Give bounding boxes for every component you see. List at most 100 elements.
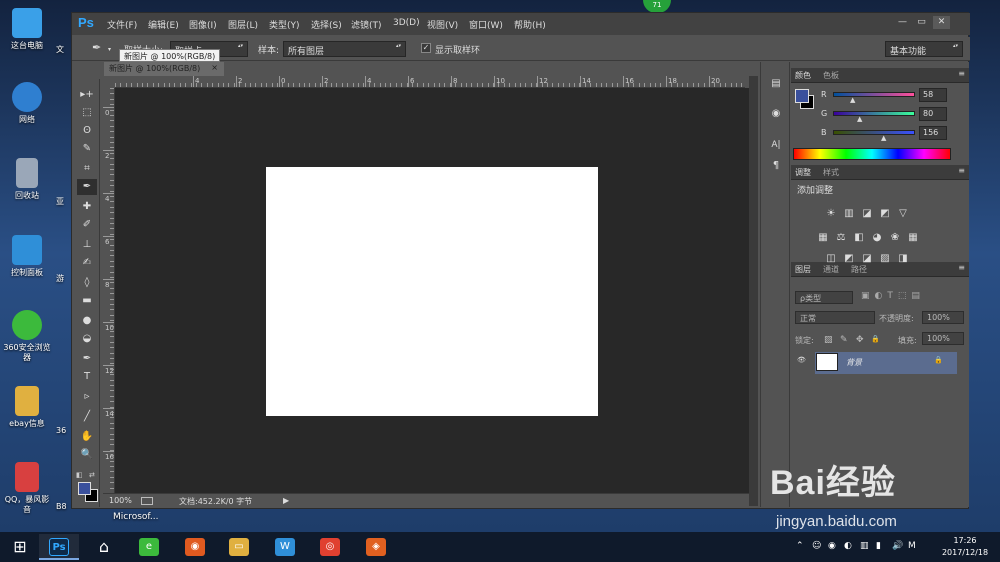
adjustment-icon[interactable]: ◕ — [871, 232, 883, 244]
adjustment-icon[interactable]: ▦ — [907, 232, 919, 244]
zoom-level[interactable]: 100% — [109, 496, 132, 505]
path-select-tool-icon[interactable]: ▹ — [77, 389, 97, 405]
hand-tool-icon[interactable]: ✋ — [77, 429, 97, 445]
r-value[interactable]: 58 — [919, 88, 947, 102]
character-icon[interactable]: A| — [767, 140, 785, 156]
start-button[interactable]: ⊞ — [0, 534, 40, 560]
paragraph-icon[interactable]: ¶ — [767, 160, 785, 176]
healing-tool-icon[interactable]: ✚ — [77, 199, 97, 215]
tab-channels[interactable]: 通道 — [823, 264, 839, 275]
document-tab[interactable]: 新图片 @ 100%(RGB/8) × — [104, 62, 224, 76]
volume-icon[interactable]: 🔊 — [892, 541, 903, 551]
close-button[interactable]: ✕ — [933, 16, 950, 29]
desktop-icon-qq-baofeng[interactable]: QQ，暴风影 音 — [0, 462, 54, 515]
g-slider-thumb[interactable]: ▲ — [857, 115, 862, 123]
desktop-icon-control-panel[interactable]: 控制面板 — [0, 235, 54, 278]
clock[interactable]: 17:26 2017/12/18 — [935, 535, 995, 559]
canvas-workspace[interactable] — [115, 88, 749, 493]
eyedropper-tool-icon[interactable]: ✒ — [77, 179, 97, 195]
opacity-input[interactable]: 100% — [922, 311, 964, 324]
lock-pixels-icon[interactable]: ✎ — [840, 335, 848, 345]
adjustment-icon[interactable]: ▥ — [843, 208, 855, 220]
adjustment-icon[interactable]: ◪ — [861, 208, 873, 220]
lock-transparent-icon[interactable]: ▨ — [824, 335, 833, 345]
pen-tool-icon[interactable]: ✒ — [77, 351, 97, 367]
menu-file[interactable]: 文件(F) — [107, 18, 137, 31]
g-slider[interactable] — [833, 111, 915, 116]
tab-adjustments[interactable]: 调整 — [795, 167, 811, 178]
app-task-button[interactable]: ◈ — [356, 534, 396, 560]
blend-mode-select[interactable]: 正常 — [795, 311, 875, 324]
blur-tool-icon[interactable]: ● — [77, 313, 97, 329]
b-slider[interactable] — [833, 130, 915, 135]
tab-paths[interactable]: 路径 — [851, 264, 867, 275]
type-tool-icon[interactable]: T — [77, 369, 97, 385]
desktop-icon-recycle-bin[interactable]: 回收站 — [0, 158, 54, 201]
foreground-color-swatch[interactable] — [78, 482, 91, 495]
adjustment-icon[interactable]: ▽ — [897, 208, 909, 220]
adjust-filter-icon[interactable]: ◐ — [875, 291, 888, 301]
panel-menu-icon[interactable]: ≡ — [958, 166, 965, 175]
layer-kind-filter[interactable]: ρ类型 — [795, 291, 853, 304]
line-tool-icon[interactable]: ╱ — [77, 409, 97, 425]
marquee-tool-icon[interactable]: ⬚ — [77, 105, 97, 121]
adjustment-icon[interactable]: ⚖ — [835, 232, 847, 244]
tab-color[interactable]: 颜色 — [795, 70, 811, 81]
menu-type[interactable]: 类型(Y) — [269, 18, 300, 31]
brush-tool-icon[interactable]: ✐ — [77, 217, 97, 233]
adjustment-icon[interactable]: ◪ — [861, 253, 873, 265]
stamp-tool-icon[interactable]: ⊥ — [77, 237, 97, 253]
default-colors-icon[interactable]: ◧ — [76, 471, 83, 479]
tray-battery-icon[interactable]: ▮ — [876, 541, 881, 551]
pixel-filter-icon[interactable]: ▣ — [861, 291, 875, 301]
b-slider-thumb[interactable]: ▲ — [881, 134, 886, 142]
firefox-task-button[interactable]: ◉ — [175, 534, 215, 560]
smart-filter-icon[interactable]: ▤ — [911, 291, 925, 301]
menu-help[interactable]: 帮助(H) — [514, 18, 546, 31]
properties-icon[interactable]: ◉ — [767, 108, 785, 124]
tray-app-icon[interactable]: ◐ — [844, 541, 852, 551]
menu-edit[interactable]: 编辑(E) — [148, 18, 179, 31]
tool-preset-arrow[interactable]: ▾ — [108, 46, 111, 53]
eraser-tool-icon[interactable]: ◊ — [77, 275, 97, 291]
menu-select[interactable]: 选择(S) — [311, 18, 342, 31]
panel-menu-icon[interactable]: ≡ — [958, 69, 965, 78]
browser-360-task-button[interactable]: e — [129, 534, 169, 560]
layer-name[interactable]: 背景 — [846, 357, 862, 368]
eyedropper-icon[interactable]: ✒ — [92, 41, 101, 54]
crop-tool-icon[interactable]: ⌗ — [77, 161, 97, 177]
adjustment-icon[interactable]: ▨ — [879, 253, 891, 265]
tray-qq-icon[interactable]: ☺ — [812, 541, 821, 551]
file-explorer-task-button[interactable]: ▭ — [219, 534, 259, 560]
minimize-button[interactable]: — — [894, 16, 911, 29]
tray-360-icon[interactable]: ◉ — [828, 541, 836, 551]
gradient-tool-icon[interactable]: ▬ — [77, 293, 97, 309]
adjustment-icon[interactable]: ◧ — [853, 232, 865, 244]
desktop-icon-network[interactable]: 网络 — [0, 82, 54, 125]
tray-expand-icon[interactable]: ⌃ — [796, 541, 804, 551]
maximize-button[interactable]: ▭ — [913, 16, 930, 29]
desktop-icon-this-pc[interactable]: 这台电脑 — [0, 8, 54, 51]
close-icon[interactable]: × — [211, 63, 218, 72]
foreground-swatch[interactable] — [795, 89, 809, 103]
desktop-icon-360-browser[interactable]: 360安全浏览 器 — [0, 310, 54, 363]
menu-layer[interactable]: 图层(L) — [228, 18, 258, 31]
sample-select[interactable]: 所有图层 — [283, 41, 406, 57]
adjustment-icon[interactable]: ◫ — [825, 253, 837, 265]
r-slider[interactable] — [833, 92, 915, 97]
ime-icon[interactable]: M — [908, 541, 916, 551]
menu-image[interactable]: 图像(I) — [189, 18, 217, 31]
tab-styles[interactable]: 样式 — [823, 167, 839, 178]
desktop-icon-ebay[interactable]: ebay信息 — [0, 386, 54, 429]
panel-menu-icon[interactable]: ≡ — [958, 263, 965, 272]
eye-icon[interactable]: 👁 — [797, 356, 806, 364]
menu-view[interactable]: 视图(V) — [427, 18, 458, 31]
vertical-scrollbar[interactable] — [749, 76, 758, 506]
chrome-task-button[interactable]: ◎ — [310, 534, 350, 560]
history-brush-tool-icon[interactable]: ✍ — [77, 255, 97, 271]
g-value[interactable]: 80 — [919, 107, 947, 121]
tab-swatches[interactable]: 色板 — [823, 70, 839, 81]
lock-all-icon[interactable]: 🔒 — [871, 335, 880, 343]
tray-network-icon[interactable]: ▥ — [860, 541, 869, 551]
lock-position-icon[interactable]: ✥ — [856, 335, 864, 345]
